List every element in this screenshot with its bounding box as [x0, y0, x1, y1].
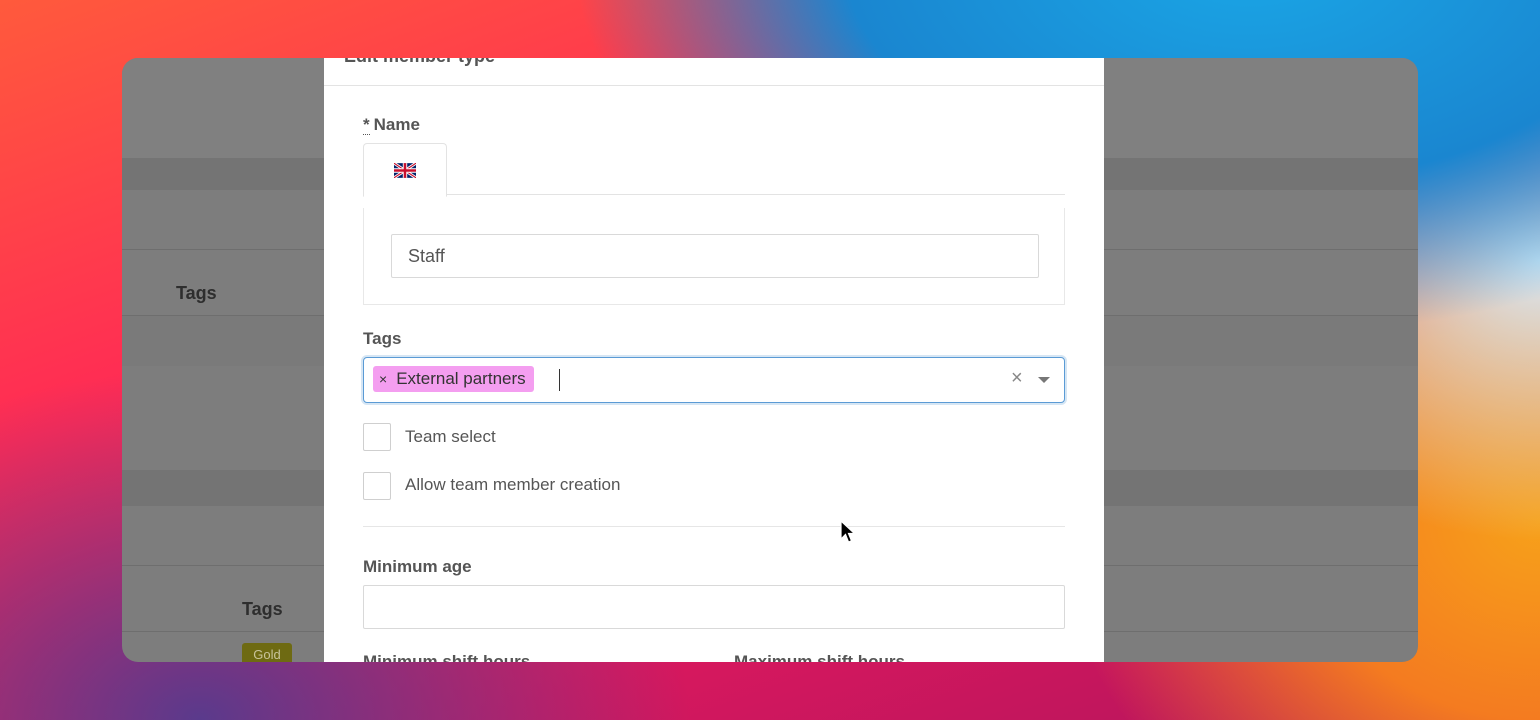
name-label: * Name	[363, 115, 420, 135]
language-tab-panel: Staff	[363, 208, 1065, 305]
chevron-down-icon[interactable]	[1038, 377, 1050, 383]
tag-chip-label: External partners	[396, 369, 526, 388]
modal-header: Edit member type	[324, 58, 1104, 86]
allow-team-member-creation-checkbox[interactable]	[363, 472, 391, 500]
gold-tag-badge: Gold	[242, 643, 292, 662]
team-select-label[interactable]: Team select	[405, 427, 496, 447]
clear-tags-button[interactable]: ×	[1011, 367, 1023, 390]
text-caret	[559, 369, 560, 391]
section-divider	[363, 526, 1065, 527]
minimum-age-input[interactable]	[363, 585, 1065, 629]
bg-tags-header: Tags	[176, 283, 217, 303]
tag-chip-external-partners: × External partners	[373, 366, 534, 392]
required-mark: *	[363, 115, 370, 135]
mouse-pointer-icon	[840, 520, 856, 543]
tags-label: Tags	[363, 329, 402, 348]
name-label-text: Name	[373, 115, 420, 134]
edit-member-type-modal: Edit member type *Name Staff Tags × Exte…	[324, 58, 1104, 662]
language-tab-english[interactable]	[363, 143, 447, 197]
tab-bar-line	[363, 194, 1065, 195]
team-select-checkbox[interactable]	[363, 423, 391, 451]
tags-select[interactable]: × External partners ×	[363, 357, 1065, 403]
maximum-shift-hours-label: Maximum shift hours	[734, 652, 905, 662]
uk-flag-icon	[394, 162, 416, 178]
allow-team-member-creation-label[interactable]: Allow team member creation	[405, 475, 620, 495]
name-input[interactable]: Staff	[391, 234, 1039, 278]
tag-remove-button[interactable]: ×	[379, 371, 387, 387]
modal-title: Edit member type	[344, 58, 495, 67]
minimum-shift-hours-label: Minimum shift hours	[363, 652, 531, 662]
bg-tags-header: Tags	[242, 599, 283, 619]
minimum-age-label: Minimum age	[363, 557, 472, 576]
